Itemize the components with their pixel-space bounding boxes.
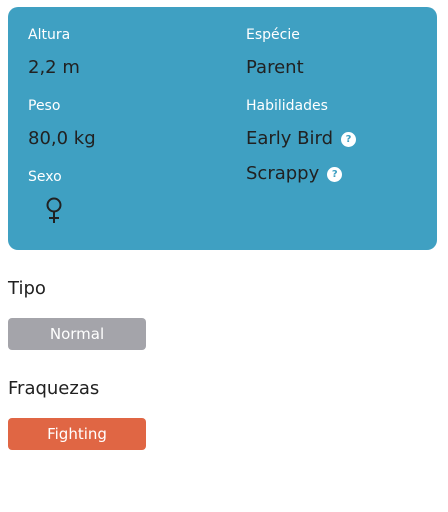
sex-label: Sexo <box>28 169 62 185</box>
info-card: Altura 2,2 m Peso 80,0 kg Sexo Espécie P… <box>8 7 437 250</box>
question-mark-icon[interactable]: ? <box>341 132 357 147</box>
type-section-title: Tipo <box>8 278 46 299</box>
ability-name: Scrappy <box>246 163 320 184</box>
ability-name: Early Bird <box>246 128 334 149</box>
weakness-section-title: Fraquezas <box>8 378 100 399</box>
type-badge-normal[interactable]: Normal <box>8 318 146 350</box>
ability-item: Scrappy? <box>246 163 343 185</box>
weakness-badge-fighting[interactable]: Fighting <box>8 418 146 450</box>
abilities-label: Habilidades <box>246 98 328 114</box>
ability-item: Early Bird? <box>246 128 357 150</box>
question-mark-icon[interactable]: ? <box>327 167 343 182</box>
height-label: Altura <box>28 27 71 43</box>
height-value: 2,2 m <box>28 57 80 78</box>
species-value: Parent <box>246 57 304 78</box>
weight-label: Peso <box>28 98 61 114</box>
species-label: Espécie <box>246 27 300 43</box>
female-symbol-icon <box>46 197 62 223</box>
weight-value: 80,0 kg <box>28 128 96 149</box>
